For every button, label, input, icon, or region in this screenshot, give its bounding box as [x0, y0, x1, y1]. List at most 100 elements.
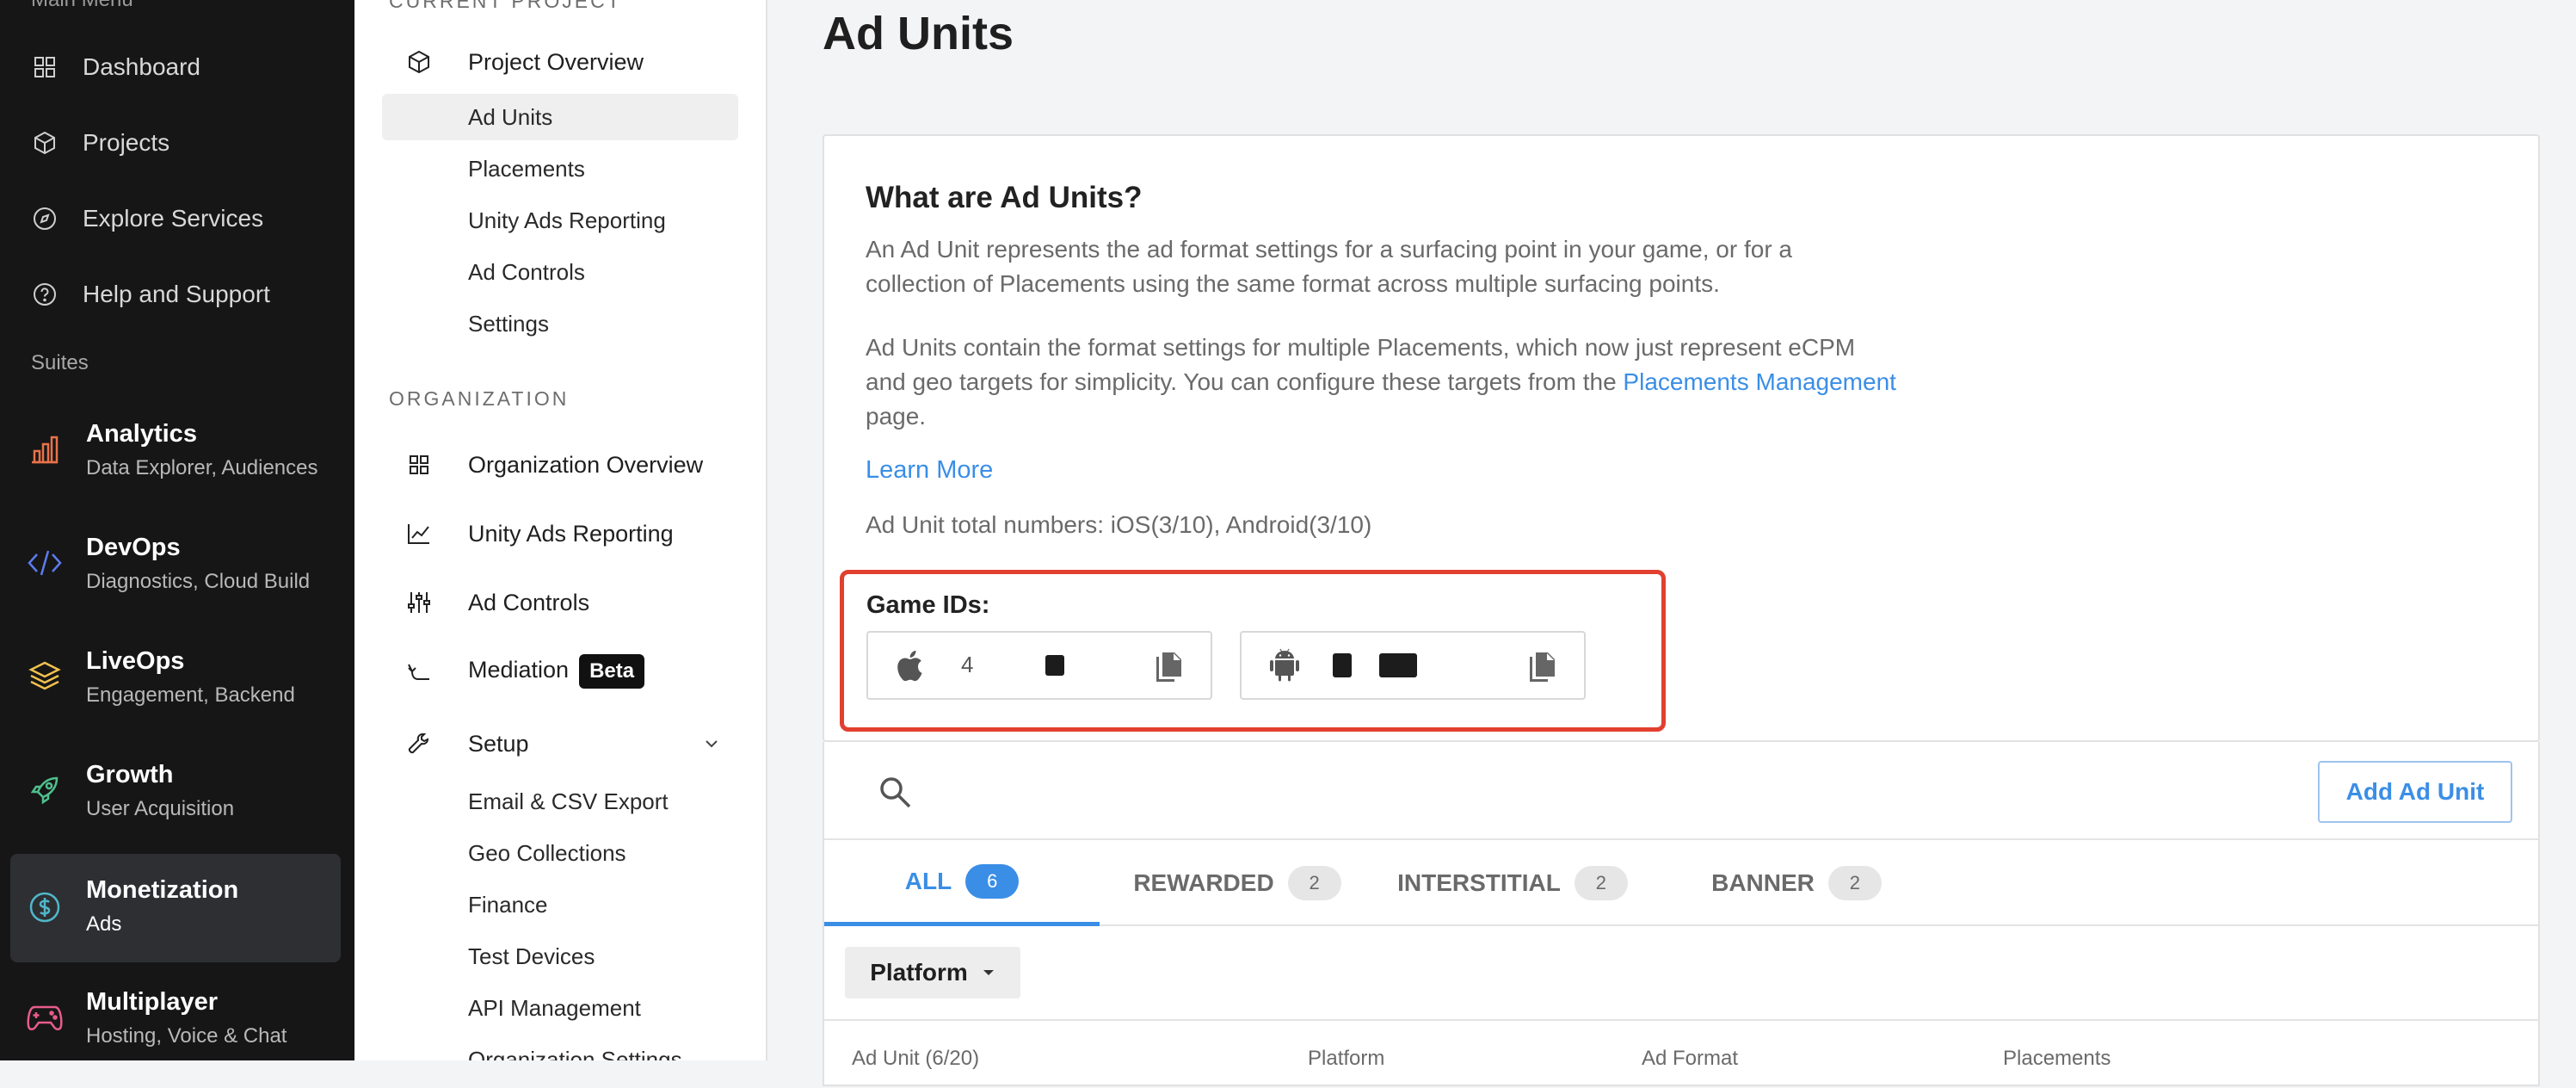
- sidebar-item-help[interactable]: Help and Support: [0, 264, 354, 325]
- compass-icon: [29, 203, 60, 234]
- ad-units-list: Add Ad Unit ALL 6 REWARDED 2 INTERSTITIA…: [823, 742, 2540, 1086]
- tab-banner[interactable]: BANNER 2: [1667, 840, 1926, 926]
- subnav-label: Settings: [468, 310, 549, 337]
- suite-devops[interactable]: DevOps Diagnostics, Cloud Build: [0, 520, 354, 615]
- organization-heading: ORGANIZATION: [389, 387, 570, 410]
- copy-icon[interactable]: [1527, 650, 1558, 684]
- format-tabs: ALL 6 REWARDED 2 INTERSTITIAL 2 BANNER 2: [824, 840, 2538, 926]
- subnav-label: Ad Units: [468, 103, 553, 130]
- subnav-label: Ad Controls: [468, 589, 590, 615]
- column-header[interactable]: Platform: [1308, 1047, 1384, 1071]
- tab-interstitial[interactable]: INTERSTITIAL 2: [1375, 840, 1650, 926]
- tab-rewarded[interactable]: REWARDED 2: [1100, 840, 1375, 926]
- tab-count: 6: [965, 863, 1020, 899]
- tab-count: 2: [1827, 866, 1882, 900]
- add-ad-unit-button[interactable]: Add Ad Unit: [2318, 761, 2512, 823]
- subnav-geo-collections[interactable]: Geo Collections: [382, 830, 738, 876]
- search-row: Add Ad Unit: [824, 742, 2538, 840]
- subnav-finance[interactable]: Finance: [382, 881, 738, 928]
- para-line: An Ad Unit represents the ad format sett…: [866, 236, 1793, 263]
- game-ids-highlight: Game IDs: 4: [840, 570, 1666, 732]
- subnav-placements[interactable]: Placements: [382, 145, 738, 192]
- subnav-label: Email & CSV Export: [468, 788, 669, 814]
- subnav-project-overview[interactable]: Project Overview: [382, 39, 738, 85]
- para-line: collection of Placements using the same …: [866, 270, 1720, 297]
- cube-icon: [404, 47, 434, 77]
- subnav-setup[interactable]: Setup: [382, 720, 738, 767]
- subnav-unity-ads-reporting[interactable]: Unity Ads Reporting: [382, 197, 738, 244]
- subnav-api-management[interactable]: API Management: [382, 985, 738, 1031]
- page-title: Ad Units: [823, 8, 1014, 59]
- chevron-down-icon[interactable]: [702, 734, 721, 753]
- layers-icon: [26, 658, 64, 695]
- tab-label: BANNER: [1711, 869, 1815, 896]
- code-icon: [26, 544, 64, 582]
- suite-analytics[interactable]: Analytics Data Explorer, Audiences: [0, 406, 354, 501]
- subnav-label: Unity Ads Reporting: [468, 207, 666, 233]
- suite-multiplayer[interactable]: Multiplayer Hosting, Voice & Chat: [0, 974, 354, 1060]
- suite-title: Analytics: [86, 420, 197, 448]
- column-header[interactable]: Ad Unit (6/20): [852, 1047, 979, 1071]
- subnav-label: Geo Collections: [468, 839, 626, 866]
- caret-down-icon: [982, 968, 995, 977]
- ios-game-id-value: 4: [961, 652, 976, 677]
- subnav-org-ad-controls[interactable]: Ad Controls: [382, 579, 738, 626]
- apple-icon: [892, 646, 930, 684]
- subnav-organization-overview[interactable]: Organization Overview: [382, 442, 738, 488]
- sidebar-item-projects[interactable]: Projects: [0, 113, 354, 173]
- game-ids-label: Game IDs:: [866, 591, 990, 619]
- subnav-mediation[interactable]: Mediation Beta: [382, 648, 738, 695]
- subnav-test-devices[interactable]: Test Devices: [382, 933, 738, 980]
- rocket-icon: [26, 771, 64, 809]
- tab-label: REWARDED: [1133, 869, 1274, 896]
- para-line: and geo targets for simplicity. You can …: [866, 365, 1941, 399]
- suite-growth[interactable]: Growth User Acquisition: [0, 747, 354, 842]
- learn-more-link[interactable]: Learn More: [866, 456, 993, 485]
- platform-filter-label: Platform: [870, 959, 968, 986]
- android-game-id-field[interactable]: [1240, 631, 1586, 700]
- placements-management-link[interactable]: Placements Management: [1623, 368, 1896, 395]
- subnav-ad-units[interactable]: Ad Units: [382, 94, 738, 140]
- subnav-organization-settings[interactable]: Organization Settings: [382, 1036, 738, 1061]
- cube-icon: [29, 127, 60, 158]
- sidebar-item-label: Projects: [83, 129, 170, 156]
- ios-game-id-field[interactable]: 4: [866, 631, 1212, 700]
- main-content: Ad Units What are Ad Units? An Ad Unit r…: [767, 0, 2576, 1086]
- suite-subtitle: Hosting, Voice & Chat: [86, 1024, 287, 1048]
- sliders-icon: [404, 588, 434, 617]
- bar-chart-icon: [26, 430, 64, 468]
- subnav-label: API Management: [468, 994, 641, 1021]
- subnav-settings[interactable]: Settings: [382, 300, 738, 347]
- subnav-org-unity-ads-reporting[interactable]: Unity Ads Reporting: [382, 510, 738, 557]
- column-header[interactable]: Placements: [2003, 1047, 2111, 1071]
- platform-filter-button[interactable]: Platform: [845, 947, 1020, 998]
- info-paragraph-1: An Ad Unit represents the ad format sett…: [866, 232, 1941, 301]
- column-header[interactable]: Ad Format: [1642, 1047, 1738, 1071]
- tab-label: INTERSTITIAL: [1397, 869, 1561, 896]
- para-line: Ad Units contain the format settings for…: [866, 334, 1856, 361]
- para-line: page.: [866, 403, 927, 430]
- subnav-ad-controls[interactable]: Ad Controls: [382, 249, 738, 295]
- mediation-icon: [404, 657, 434, 686]
- subnav-label: Setup: [468, 730, 529, 757]
- suite-title: DevOps: [86, 534, 181, 561]
- search-icon[interactable]: [878, 775, 914, 811]
- suite-liveops[interactable]: LiveOps Engagement, Backend: [0, 634, 354, 728]
- suite-monetization[interactable]: Monetization Ads: [10, 854, 341, 962]
- subnav-label: Organization Overview: [468, 451, 704, 478]
- sidebar-item-dashboard[interactable]: Dashboard: [0, 37, 354, 97]
- mediation-label: Mediation: [468, 657, 570, 683]
- main-sidebar: Main Menu Dashboard Projects Explore Ser…: [0, 0, 354, 1060]
- grid-icon: [404, 450, 434, 479]
- suite-title: Growth: [86, 761, 174, 788]
- copy-icon[interactable]: [1154, 650, 1185, 684]
- dollar-icon: [26, 888, 64, 926]
- subnav-email-csv-export[interactable]: Email & CSV Export: [382, 778, 738, 825]
- tab-all[interactable]: ALL 6: [824, 840, 1100, 926]
- suite-title: Multiplayer: [86, 988, 219, 1016]
- redaction-mark: [1379, 653, 1417, 677]
- redaction-mark: [1333, 653, 1352, 677]
- sidebar-item-label: Dashboard: [83, 53, 200, 80]
- sidebar-item-explore-services[interactable]: Explore Services: [0, 189, 354, 249]
- suite-subtitle: Data Explorer, Audiences: [86, 456, 318, 479]
